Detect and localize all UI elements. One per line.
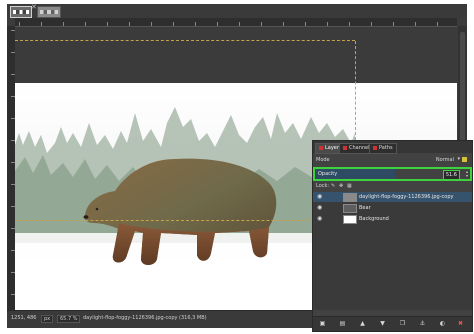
ruler-tick xyxy=(19,22,20,26)
horizontal-ruler[interactable] xyxy=(15,18,457,27)
new-layer-icon[interactable]: ▣ xyxy=(319,320,326,327)
ruler-tick xyxy=(63,22,64,26)
ruler-tick xyxy=(261,22,262,26)
ruler-tick xyxy=(151,22,152,26)
paths-icon xyxy=(373,145,377,150)
ruler-tick xyxy=(217,22,218,26)
delete-layer-icon[interactable]: ✖ xyxy=(457,320,464,327)
ruler-tick xyxy=(107,22,108,26)
layer-row[interactable]: ◉ daylight-flop-foggy-1126396.jpg-copy xyxy=(313,192,472,202)
image-tab-2[interactable] xyxy=(37,6,61,18)
ruler-tick xyxy=(437,22,438,26)
pointer-coords: 1251, 486 xyxy=(11,315,37,321)
ruler-tick xyxy=(283,22,284,26)
mode-label: Mode xyxy=(316,157,330,163)
layers-icon xyxy=(319,145,323,150)
image-thumbnail xyxy=(40,10,58,14)
ruler-tick xyxy=(85,22,86,26)
tab-label: Paths xyxy=(379,145,393,151)
lock-pixels-icon[interactable]: ✎ xyxy=(331,183,335,189)
ruler-tick xyxy=(415,22,416,26)
unit-dropdown[interactable]: px xyxy=(41,315,54,323)
image-thumbnail xyxy=(13,10,29,14)
ruler-tick xyxy=(327,22,328,26)
ruler-tick xyxy=(393,22,394,26)
opacity-label: Opacity xyxy=(318,171,338,177)
mode-row: Mode Normal ▾ xyxy=(313,156,472,166)
spin-arrows-icon[interactable]: ▴ ▾ xyxy=(466,170,468,178)
lock-alpha-icon[interactable]: ▦ xyxy=(347,183,352,189)
layers-dock: Layers Channels Paths Mode Normal ▾ Opac… xyxy=(312,140,473,332)
image-info: daylight-flop-foggy-1126396.jpg-copy (31… xyxy=(83,315,207,321)
ruler-tick xyxy=(239,22,240,26)
layer-name[interactable]: Bear xyxy=(359,205,371,211)
layer-thumbnail xyxy=(343,215,357,224)
ruler-tick xyxy=(305,22,306,26)
layer-row[interactable]: ◉ Bear xyxy=(313,203,472,213)
mode-select[interactable]: Normal xyxy=(436,157,454,163)
ruler-tick xyxy=(371,22,372,26)
raise-layer-icon[interactable]: ▲ xyxy=(359,320,366,327)
guide-line[interactable] xyxy=(15,220,355,221)
layer-name[interactable]: daylight-flop-foggy-1126396.jpg-copy xyxy=(359,194,453,200)
guide-line[interactable] xyxy=(15,40,355,41)
visibility-eye-icon[interactable]: ◉ xyxy=(317,215,322,222)
visibility-eye-icon[interactable]: ◉ xyxy=(317,204,322,211)
layer-thumbnail xyxy=(343,204,357,213)
layer-row[interactable]: ◉ Background xyxy=(313,214,472,224)
image-tabs-bar: ✕ xyxy=(7,3,467,18)
lower-layer-icon[interactable]: ▼ xyxy=(379,320,386,327)
layers-list: ◉ daylight-flop-foggy-1126396.jpg-copy ◉… xyxy=(313,192,472,310)
close-icon[interactable]: ✕ xyxy=(31,3,37,11)
lock-position-icon[interactable]: ✥ xyxy=(339,183,343,189)
duplicate-layer-icon[interactable]: ❐ xyxy=(399,320,406,327)
layer-thumbnail xyxy=(343,193,357,202)
layer-actions-bar: ▣ ▤ ▲ ▼ ❐ ⚓ ◐ ✖ xyxy=(313,316,472,331)
new-group-icon[interactable]: ▤ xyxy=(339,320,346,327)
dock-tabs: Layers Channels Paths xyxy=(313,141,472,154)
zoom-dropdown[interactable]: 65.7 % xyxy=(57,315,81,323)
ruler-tick xyxy=(129,22,130,26)
ruler-tick xyxy=(41,22,42,26)
ruler-tick xyxy=(173,22,174,26)
mode-reset-icon[interactable] xyxy=(462,157,467,162)
ruler-tick xyxy=(195,22,196,26)
channels-icon xyxy=(343,145,347,150)
lock-row: Lock: ✎ ✥ ▦ xyxy=(313,183,472,191)
image-tab-1[interactable] xyxy=(10,6,32,18)
chevron-down-icon[interactable]: ▾ xyxy=(457,156,460,162)
visibility-eye-icon[interactable]: ◉ xyxy=(317,193,322,200)
opacity-slider[interactable]: Opacity 51.6 ▴ ▾ xyxy=(313,167,472,181)
lock-label: Lock: xyxy=(316,183,330,189)
mask-icon[interactable]: ◐ xyxy=(439,320,446,327)
tab-paths[interactable]: Paths xyxy=(369,143,397,154)
ruler-tick xyxy=(349,22,350,26)
anchor-layer-icon[interactable]: ⚓ xyxy=(419,320,426,327)
layer-name[interactable]: Background xyxy=(359,216,389,222)
opacity-value-field[interactable]: 51.6 xyxy=(442,170,460,180)
